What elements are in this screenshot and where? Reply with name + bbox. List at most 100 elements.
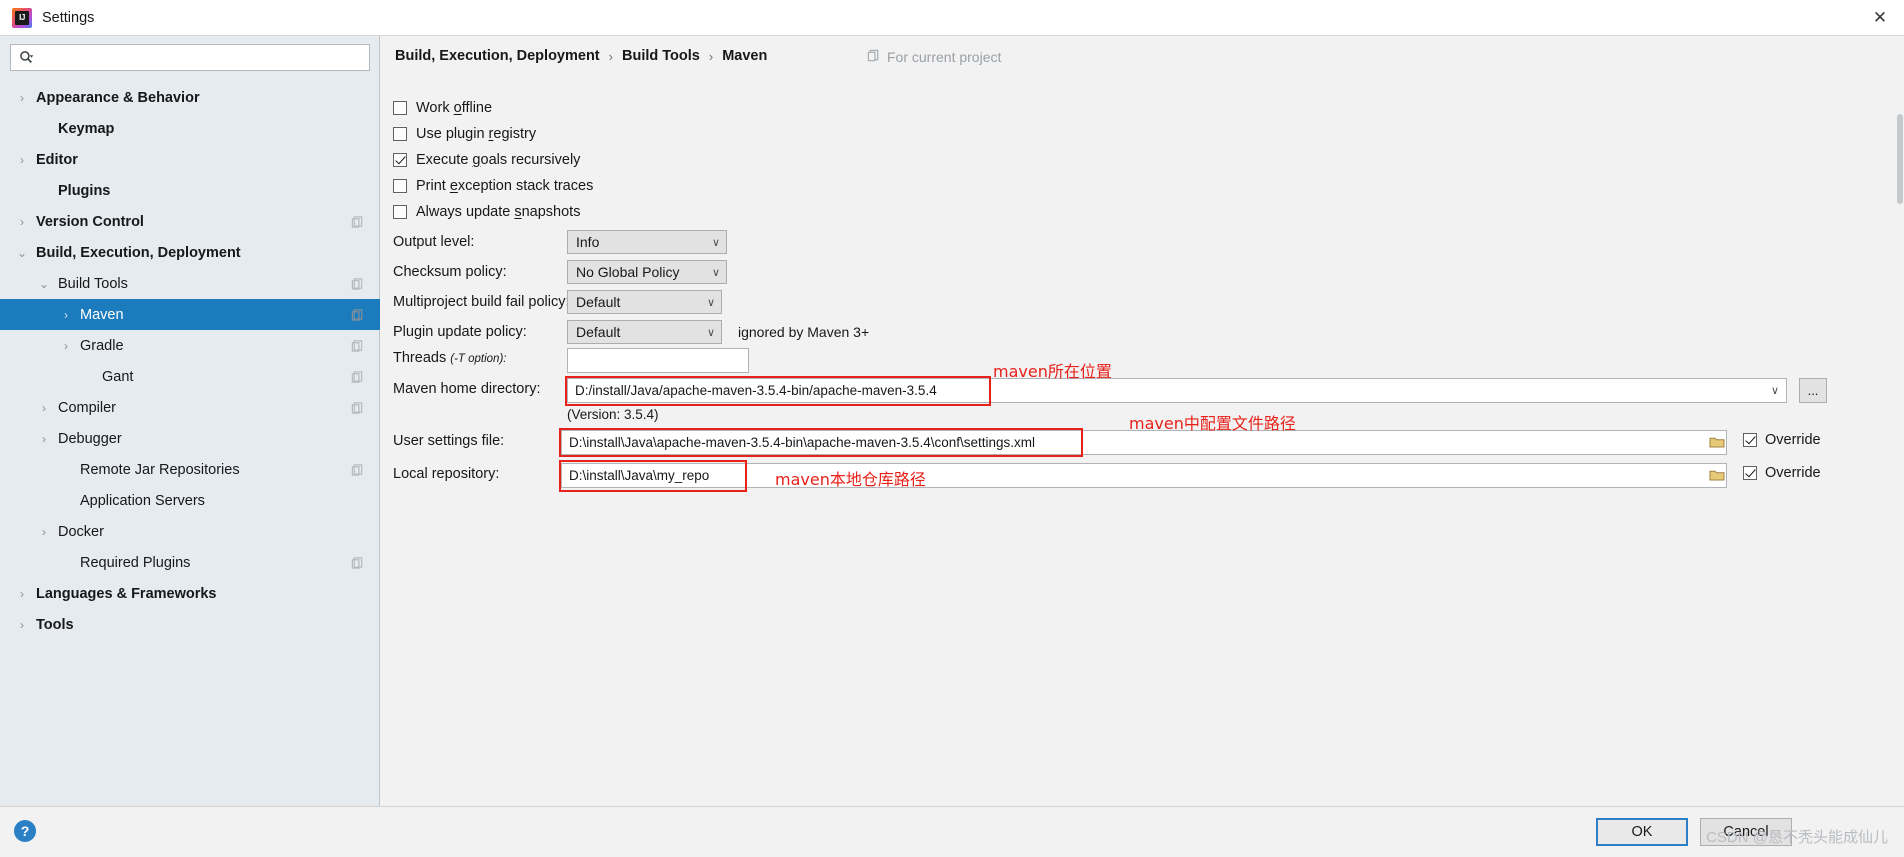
maven-home-browse-button[interactable]: ... — [1799, 378, 1827, 403]
maven-home-row: Maven home directory: — [393, 381, 540, 397]
chevron-down-icon[interactable]: ⌄ — [36, 276, 52, 292]
checkbox-always-update-snapshots[interactable]: Always update snapshots — [393, 204, 580, 220]
checkbox-label-mnemonic: g — [472, 152, 481, 168]
close-icon[interactable]: ✕ — [1856, 0, 1904, 35]
threads-row: Threads (-T option): — [393, 350, 506, 366]
sidebar-item-gant[interactable]: ›Gant — [0, 361, 380, 392]
breadcrumb-item-2[interactable]: Maven — [722, 48, 767, 64]
checksum-policy-row: Checksum policy: — [393, 264, 507, 280]
local-repository-folder-icon[interactable] — [1706, 465, 1728, 485]
chevron-down-icon[interactable]: ∨ — [712, 266, 720, 279]
multiproject-build-fail-policy-label: Multiproject build fail policy: — [393, 294, 570, 310]
checkbox-label-post: egistry — [493, 126, 537, 142]
checkbox-indicator[interactable] — [393, 205, 407, 219]
chevron-right-icon[interactable]: › — [58, 307, 74, 323]
checkbox-use-plugin-registry[interactable]: Use plugin registry — [393, 126, 536, 142]
local-repository-override[interactable]: Override — [1743, 465, 1821, 481]
sidebar-item-remote-jar-repositories[interactable]: ›Remote Jar Repositories — [0, 454, 380, 485]
threads-input[interactable] — [567, 348, 749, 373]
sidebar-item-debugger[interactable]: › Debugger — [0, 423, 380, 454]
sidebar-item-version-control[interactable]: › Version Control — [0, 206, 380, 237]
user-settings-override-checkbox[interactable] — [1743, 433, 1757, 447]
maven-home-chevron-down-icon[interactable]: ∨ — [1771, 384, 1779, 397]
sidebar-item-label: Compiler — [58, 399, 117, 416]
chevron-right-icon[interactable]: › — [58, 338, 74, 354]
help-icon[interactable]: ? — [14, 820, 36, 842]
sidebar-item-required-plugins[interactable]: ›Required Plugins — [0, 547, 380, 578]
sidebar-item-build-execution-deployment[interactable]: ⌄ Build, Execution, Deployment — [0, 237, 380, 268]
sidebar-item-appearance-behavior[interactable]: › Appearance & Behavior — [0, 82, 380, 113]
checkbox-label-mnemonic: s — [514, 204, 522, 220]
maven-settings-pane: Build, Execution, Deployment › Build Too… — [381, 36, 1904, 806]
checkbox-indicator[interactable] — [393, 127, 407, 141]
checkbox-label-pre: Print — [416, 178, 450, 194]
watermark: CSDN @恳不秃头能成仙儿 — [1706, 829, 1888, 846]
checksum-policy-dropdown[interactable]: No Global Policy ∨ — [567, 260, 727, 284]
chevron-down-icon[interactable]: ⌄ — [14, 245, 30, 261]
plugin-update-policy-value: Default — [576, 324, 621, 340]
checkbox-label: Always update snapshots — [416, 204, 580, 220]
ok-button[interactable]: OK — [1596, 818, 1688, 846]
chevron-right-icon[interactable]: › — [36, 431, 52, 447]
chevron-right-icon[interactable]: › — [14, 152, 30, 168]
chevron-down-icon[interactable]: ∨ — [707, 296, 715, 309]
maven-version-note: (Version: 3.5.4) — [567, 407, 659, 422]
sidebar-item-tools[interactable]: › Tools — [0, 609, 380, 640]
multiproject-build-fail-policy-dropdown[interactable]: Default ∨ — [567, 290, 722, 314]
chevron-right-icon[interactable]: › — [14, 586, 30, 602]
chevron-right-icon[interactable]: › — [14, 214, 30, 230]
vertical-scrollbar[interactable] — [1896, 72, 1904, 842]
user-settings-folder-icon[interactable] — [1706, 432, 1728, 452]
checkbox-label: Print exception stack traces — [416, 178, 593, 194]
plugin-update-policy-dropdown[interactable]: Default ∨ — [567, 320, 722, 344]
checkbox-work-offline[interactable]: Work offline — [393, 100, 492, 116]
sidebar-item-compiler[interactable]: › Compiler — [0, 392, 380, 423]
search-box[interactable] — [10, 44, 370, 71]
sidebar-item-keymap[interactable]: ›Keymap — [0, 113, 380, 144]
chevron-down-icon[interactable]: ∨ — [712, 236, 720, 249]
checkbox-label-pre: Work — [416, 100, 454, 116]
checkbox-label: Execute goals recursively — [416, 152, 580, 168]
project-scope-icon — [351, 308, 364, 321]
checkbox-label-pre: Use plugin — [416, 126, 489, 142]
checkbox-label-post: napshots — [521, 204, 581, 220]
chevron-right-icon[interactable]: › — [14, 90, 30, 106]
sidebar-item-label: Docker — [58, 523, 104, 540]
checkbox-indicator[interactable] — [393, 179, 407, 193]
checksum-policy-value: No Global Policy — [576, 264, 680, 280]
sidebar-item-docker[interactable]: › Docker — [0, 516, 380, 547]
settings-body: ›Appearance & Behavior›Keymap›Editor›Plu… — [0, 36, 1904, 806]
breadcrumb-separator-icon: › — [708, 48, 714, 64]
sidebar-item-languages-frameworks[interactable]: › Languages & Frameworks — [0, 578, 380, 609]
breadcrumb-item-0[interactable]: Build, Execution, Deployment — [395, 48, 600, 64]
sidebar-item-label: Keymap — [58, 120, 115, 137]
sidebar-item-application-servers[interactable]: ›Application Servers — [0, 485, 380, 516]
maven-home-label: Maven home directory: — [393, 381, 541, 397]
output-level-dropdown[interactable]: Info ∨ — [567, 230, 727, 254]
scrollbar-thumb[interactable] — [1897, 114, 1903, 204]
breadcrumb-item-1[interactable]: Build Tools — [622, 48, 700, 64]
maven-home-input[interactable]: D:/install/Java/apache-maven-3.5.4-bin/a… — [567, 378, 1787, 403]
checkbox-indicator[interactable] — [393, 101, 407, 115]
app-icon: IJ — [12, 7, 32, 28]
chevron-right-icon[interactable]: › — [36, 524, 52, 540]
local-repository-input[interactable]: D:\install\Java\my_repo — [561, 463, 1727, 488]
sidebar-item-plugins[interactable]: ›Plugins — [0, 175, 380, 206]
chevron-down-icon[interactable]: ∨ — [707, 326, 715, 339]
checkbox-print-exception-stack-traces[interactable]: Print exception stack traces — [393, 178, 593, 194]
sidebar-item-maven[interactable]: › Maven — [0, 299, 380, 330]
local-repository-override-checkbox[interactable] — [1743, 466, 1757, 480]
checkbox-execute-goals-recursively[interactable]: Execute goals recursively — [393, 152, 580, 168]
multiproject-build-fail-policy-row: Multiproject build fail policy: — [393, 294, 570, 310]
sidebar-item-build-tools[interactable]: ⌄ Build Tools — [0, 268, 380, 299]
annotation-text-user-settings: maven中配置文件路径 — [1129, 414, 1296, 433]
user-settings-override[interactable]: Override — [1743, 432, 1821, 448]
sidebar-item-editor[interactable]: › Editor — [0, 144, 380, 175]
search-input[interactable] — [41, 46, 351, 69]
checkbox-label-pre: Always update — [416, 204, 515, 220]
checksum-policy-label: Checksum policy: — [393, 264, 507, 280]
chevron-right-icon[interactable]: › — [36, 400, 52, 416]
sidebar-item-gradle[interactable]: › Gradle — [0, 330, 380, 361]
chevron-right-icon[interactable]: › — [14, 617, 30, 633]
checkbox-indicator[interactable] — [393, 153, 407, 167]
